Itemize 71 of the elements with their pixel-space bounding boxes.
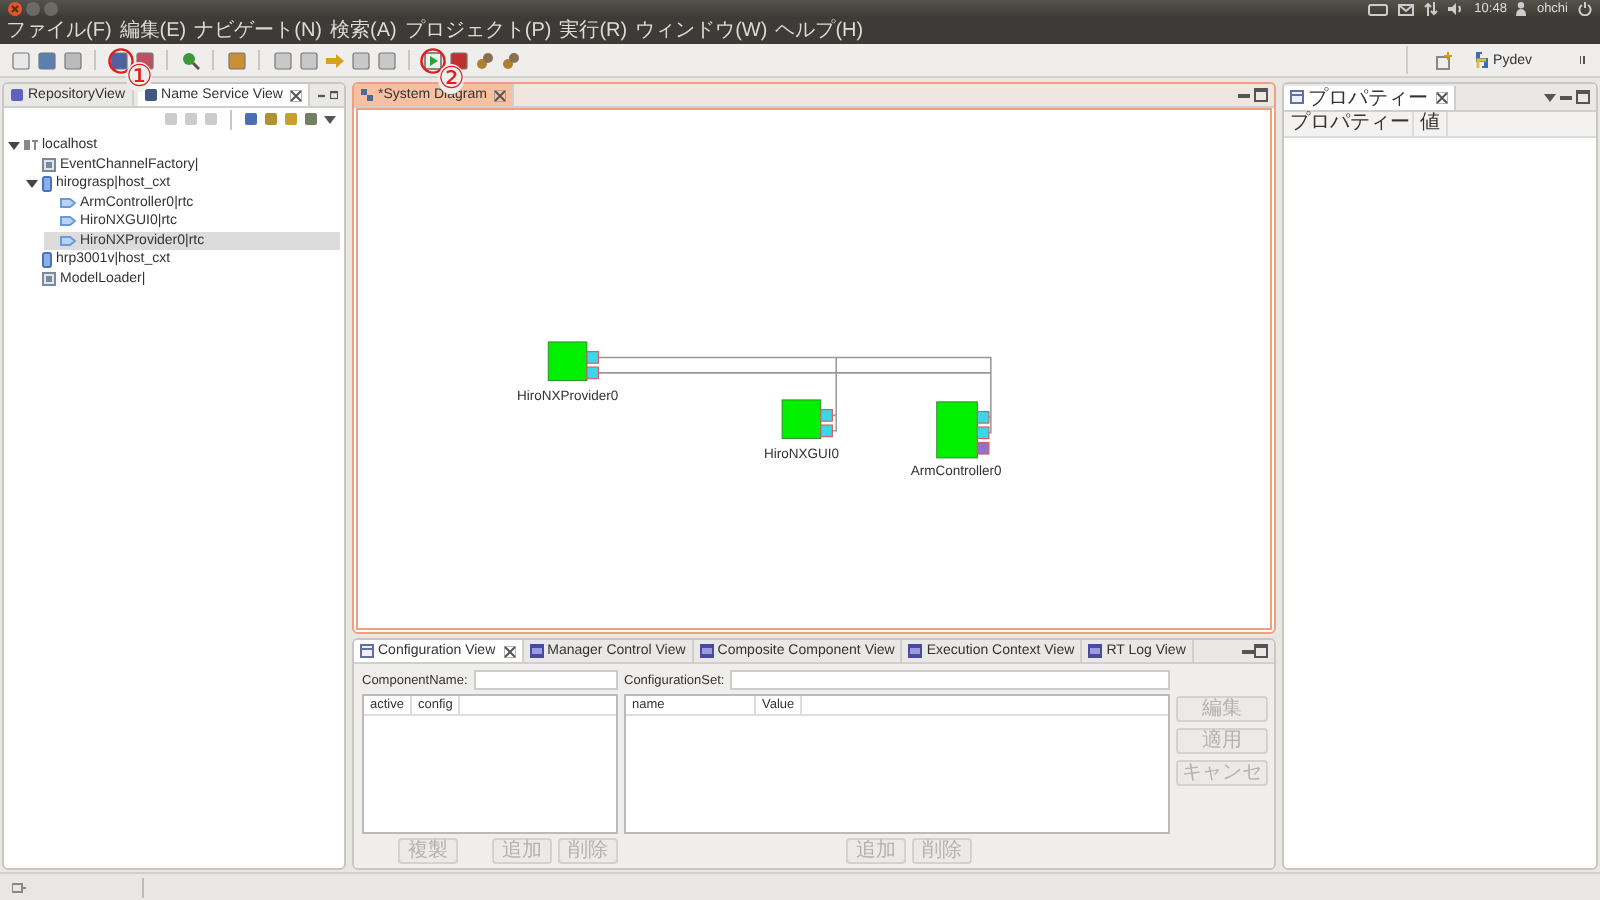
column-header[interactable]: プロパティー [1284, 112, 1414, 136]
close-icon[interactable] [494, 89, 507, 101]
minimize-icon[interactable] [1560, 91, 1572, 103]
play-icon[interactable] [423, 51, 441, 69]
menu-item[interactable]: 検索(A) [330, 18, 397, 44]
python-icon [1473, 52, 1490, 68]
port[interactable] [586, 366, 600, 380]
arrow-icon[interactable] [325, 51, 343, 69]
input-field[interactable] [473, 670, 618, 690]
power-icon[interactable] [1578, 2, 1592, 16]
save-icon[interactable] [37, 51, 55, 69]
close-icon[interactable] [1436, 91, 1448, 103]
close-icon[interactable] [503, 645, 516, 657]
stop-icon[interactable] [449, 51, 467, 69]
menu-item[interactable]: プロジェクト(P) [404, 18, 552, 44]
printer-icon[interactable] [63, 51, 81, 69]
tab-icon [908, 644, 923, 658]
tab-icon [1088, 644, 1103, 658]
search-icon[interactable] [181, 51, 199, 69]
maximize-icon[interactable] [1576, 90, 1590, 104]
component-block[interactable] [936, 401, 978, 459]
menu-item[interactable]: ヘルプ(H) [775, 18, 864, 44]
view-menu-icon[interactable] [324, 115, 336, 123]
window-maximize-icon[interactable] [44, 2, 58, 16]
mail-icon[interactable] [1398, 3, 1415, 15]
menu-item[interactable]: ウィンドウ(W) [635, 18, 768, 44]
view-icon [10, 88, 24, 102]
pencil-icon[interactable] [227, 51, 245, 69]
port[interactable] [820, 409, 833, 422]
new-file-icon[interactable] [11, 51, 29, 69]
menu-item[interactable]: 編集(E) [119, 18, 187, 44]
tab-icon [699, 644, 714, 658]
folder-icon [42, 175, 52, 192]
diagram-icon [360, 88, 374, 102]
network-icon[interactable] [1424, 2, 1439, 16]
menu-item[interactable]: ナビゲート(N) [194, 18, 323, 44]
view-icon [143, 88, 158, 102]
object-icon [42, 157, 56, 172]
minimize-icon[interactable] [1238, 89, 1250, 101]
object-icon [42, 271, 56, 286]
input-field[interactable] [730, 670, 1170, 690]
port[interactable] [820, 424, 833, 438]
maximize-icon[interactable] [1254, 644, 1268, 658]
tab-icon [529, 644, 544, 658]
window-minimize-icon[interactable] [26, 2, 40, 16]
window-close-icon[interactable] [8, 2, 22, 16]
expanded-arrow-icon[interactable] [8, 139, 20, 152]
port[interactable] [976, 410, 990, 424]
view-tab[interactable]: プロパティー [1284, 85, 1456, 109]
component-block[interactable] [781, 399, 822, 440]
properties-icon [1290, 90, 1304, 104]
menu-item[interactable]: ファイル(F) [6, 18, 112, 44]
maximize-icon[interactable] [1254, 88, 1268, 102]
port[interactable] [976, 441, 990, 455]
component-block[interactable] [547, 341, 588, 382]
view-menu-icon[interactable] [1544, 93, 1556, 101]
open-perspective-icon[interactable] [1435, 51, 1454, 69]
minimize-icon[interactable] [1242, 645, 1254, 657]
port[interactable] [976, 426, 990, 440]
port[interactable] [586, 351, 600, 364]
status-icon [12, 881, 26, 893]
expanded-arrow-icon[interactable] [26, 177, 38, 190]
user-icon[interactable] [1516, 2, 1527, 16]
column-header[interactable]: 値 [1414, 112, 1448, 136]
maximize-icon[interactable] [329, 88, 338, 102]
host-icon [24, 140, 38, 151]
menu-item[interactable]: 実行(R) [559, 18, 628, 44]
close-icon[interactable] [290, 89, 303, 101]
folder-icon [42, 251, 52, 268]
table-icon [360, 644, 374, 658]
volume-icon[interactable] [1448, 2, 1465, 16]
